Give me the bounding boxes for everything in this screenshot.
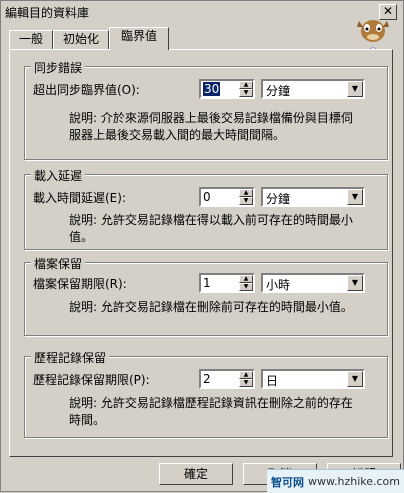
- tab-thresholds[interactable]: 臨界值: [109, 27, 169, 50]
- file-retention-value[interactable]: 1: [203, 276, 211, 290]
- sync-threshold-label: 超出同步臨界值(O):: [33, 83, 140, 97]
- history-retention-spinbox[interactable]: 2 ▲ ▼: [199, 369, 255, 389]
- file-retention-desc-line1: 說明: 允許交易記錄檔在刪除前可存在的時間最小值。: [69, 300, 353, 314]
- history-retention-description: 說明: 允許交易記錄檔歷程記錄資訊在刪除之前的存在 時間。: [69, 395, 385, 429]
- history-retention-desc-line1: 說明: 允許交易記錄檔歷程記錄資訊在刪除之前的存在: [69, 396, 353, 410]
- sync-error-desc-line2: 服器上最後交易載入間的最大時間間隔。: [69, 128, 286, 142]
- tab-panel-thresholds: 同步錯誤 超出同步臨界值(O): 30 ▲ ▼ 分鐘 ▼ 說明: 介於來源伺服器上…: [9, 49, 393, 457]
- load-delay-unit: 分鐘: [266, 192, 291, 206]
- watermark-banner: 智可网 www.hzhike.com: [267, 469, 404, 493]
- group-file-retention-legend: 檔案保留: [31, 255, 86, 272]
- dropdown-arrow-icon[interactable]: ▼: [347, 81, 363, 97]
- spin-up-icon[interactable]: ▲: [239, 275, 253, 283]
- spin-down-icon[interactable]: ▼: [239, 197, 253, 205]
- history-retention-unit: 日: [266, 374, 279, 388]
- tab-initialize[interactable]: 初始化: [53, 30, 109, 49]
- dropdown-arrow-icon[interactable]: ▼: [347, 371, 363, 387]
- sync-threshold-value[interactable]: 30: [203, 82, 221, 96]
- tab-general[interactable]: 一般: [9, 30, 53, 49]
- sync-threshold-unit: 分鐘: [266, 84, 291, 98]
- watermark-url: www.hzhike.com: [308, 475, 400, 488]
- load-delay-spinbox[interactable]: 0 ▲ ▼: [199, 187, 255, 207]
- load-delay-value[interactable]: 0: [203, 190, 211, 204]
- load-delay-desc-line2: 值。: [69, 230, 94, 244]
- ok-button[interactable]: 確定: [159, 463, 233, 485]
- group-file-retention: 檔案保留 檔案保留期限(R): 1 ▲ ▼ 小時 ▼ 說明: 允許交易記錄檔在刪除…: [24, 255, 388, 336]
- group-sync-error: 同步錯誤 超出同步臨界值(O): 30 ▲ ▼ 分鐘 ▼ 說明: 介於來源伺服器上…: [24, 59, 388, 160]
- dialog-window: 編輯目的資料庫 ✕ 一般 初始化 臨界值 同步錯誤 超出同步臨界值(O): 30…: [0, 0, 404, 493]
- history-retention-desc-line2: 時間。: [69, 413, 106, 427]
- group-history-retention: 歷程記錄保留 歷程記錄保留期限(P): 2 ▲ ▼ 日 ▼ 說明: 允許交易記錄檔…: [24, 349, 388, 438]
- sync-error-description: 說明: 介於來源伺服器上最後交易記錄檔備份與目標伺 服器上最後交易載入間的最大時…: [69, 110, 385, 144]
- group-load-delay-legend: 載入延遲: [31, 167, 86, 184]
- file-retention-unit: 小時: [266, 278, 291, 292]
- load-delay-description: 說明: 允許交易記錄檔在得以載入前可存在的時間最小 值。: [69, 212, 385, 246]
- history-retention-unit-select[interactable]: 日 ▼: [261, 369, 365, 389]
- history-retention-label: 歷程記錄保留期限(P):: [33, 373, 150, 387]
- history-retention-value[interactable]: 2: [203, 372, 211, 386]
- watermark-brand: 智可网: [271, 475, 304, 489]
- load-delay-unit-select[interactable]: 分鐘 ▼: [261, 187, 365, 207]
- spin-up-icon[interactable]: ▲: [239, 189, 253, 197]
- spin-down-icon[interactable]: ▼: [239, 89, 253, 97]
- spin-down-icon[interactable]: ▼: [239, 283, 253, 291]
- group-history-retention-legend: 歷程記錄保留: [31, 349, 110, 366]
- load-delay-label: 載入時間延遲(E):: [33, 191, 126, 205]
- group-sync-error-legend: 同步錯誤: [31, 59, 86, 76]
- title-bar[interactable]: 編輯目的資料庫 ✕: [1, 1, 403, 23]
- file-retention-unit-select[interactable]: 小時 ▼: [261, 273, 365, 293]
- spin-up-icon[interactable]: ▲: [239, 81, 253, 89]
- spin-down-icon[interactable]: ▼: [239, 379, 253, 387]
- spin-up-icon[interactable]: ▲: [239, 371, 253, 379]
- dropdown-arrow-icon[interactable]: ▼: [347, 275, 363, 291]
- sync-threshold-unit-select[interactable]: 分鐘 ▼: [261, 79, 365, 99]
- file-retention-label: 檔案保留期限(R):: [33, 277, 127, 291]
- sync-threshold-spinbox[interactable]: 30 ▲ ▼: [199, 79, 255, 99]
- window-title: 編輯目的資料庫: [5, 6, 90, 20]
- sync-error-desc-line1: 說明: 介於來源伺服器上最後交易記錄檔備份與目標伺: [69, 111, 353, 125]
- file-retention-spinbox[interactable]: 1 ▲ ▼: [199, 273, 255, 293]
- file-retention-description: 說明: 允許交易記錄檔在刪除前可存在的時間最小值。: [69, 299, 385, 316]
- dropdown-arrow-icon[interactable]: ▼: [347, 189, 363, 205]
- load-delay-desc-line1: 說明: 允許交易記錄檔在得以載入前可存在的時間最小: [69, 213, 353, 227]
- group-load-delay: 載入延遲 載入時間延遲(E): 0 ▲ ▼ 分鐘 ▼ 說明: 允許交易記錄檔在得以…: [24, 167, 388, 250]
